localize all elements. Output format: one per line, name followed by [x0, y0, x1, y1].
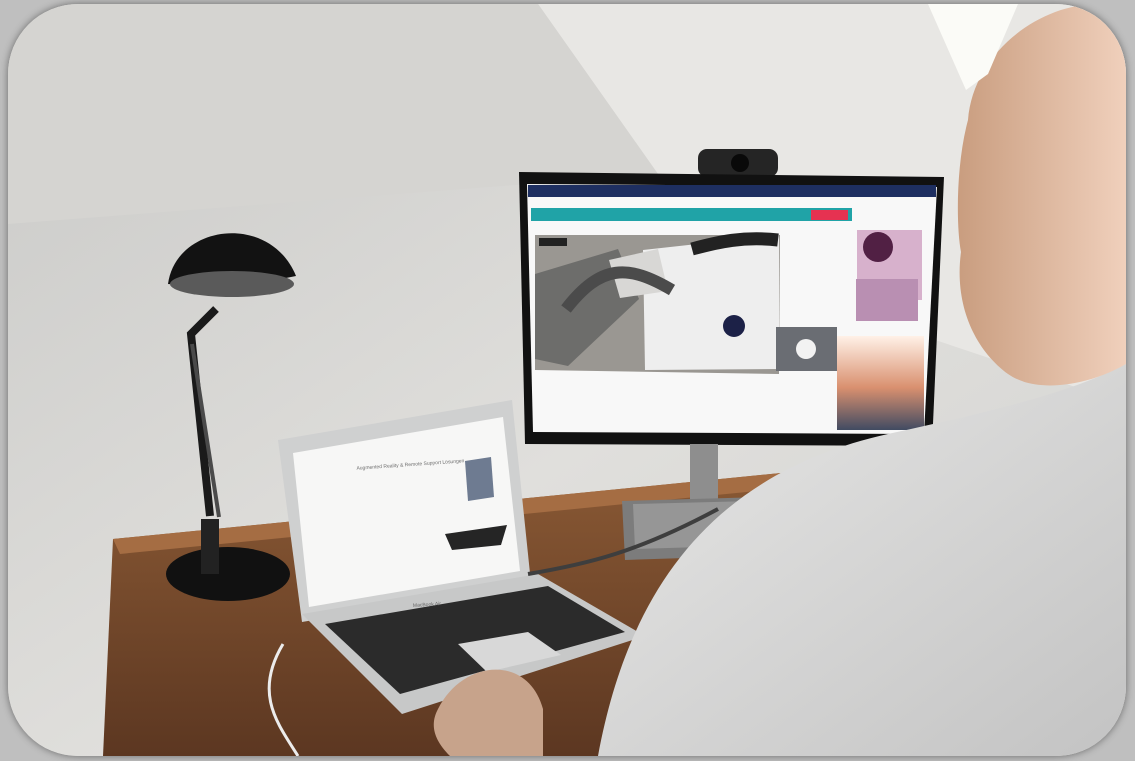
photo-frame: Augmented Reality & Remote Support Lösun…: [8, 4, 1126, 756]
desk-scene-photo: [8, 4, 1126, 756]
webcam: [698, 149, 778, 177]
external-monitor: [519, 172, 944, 446]
